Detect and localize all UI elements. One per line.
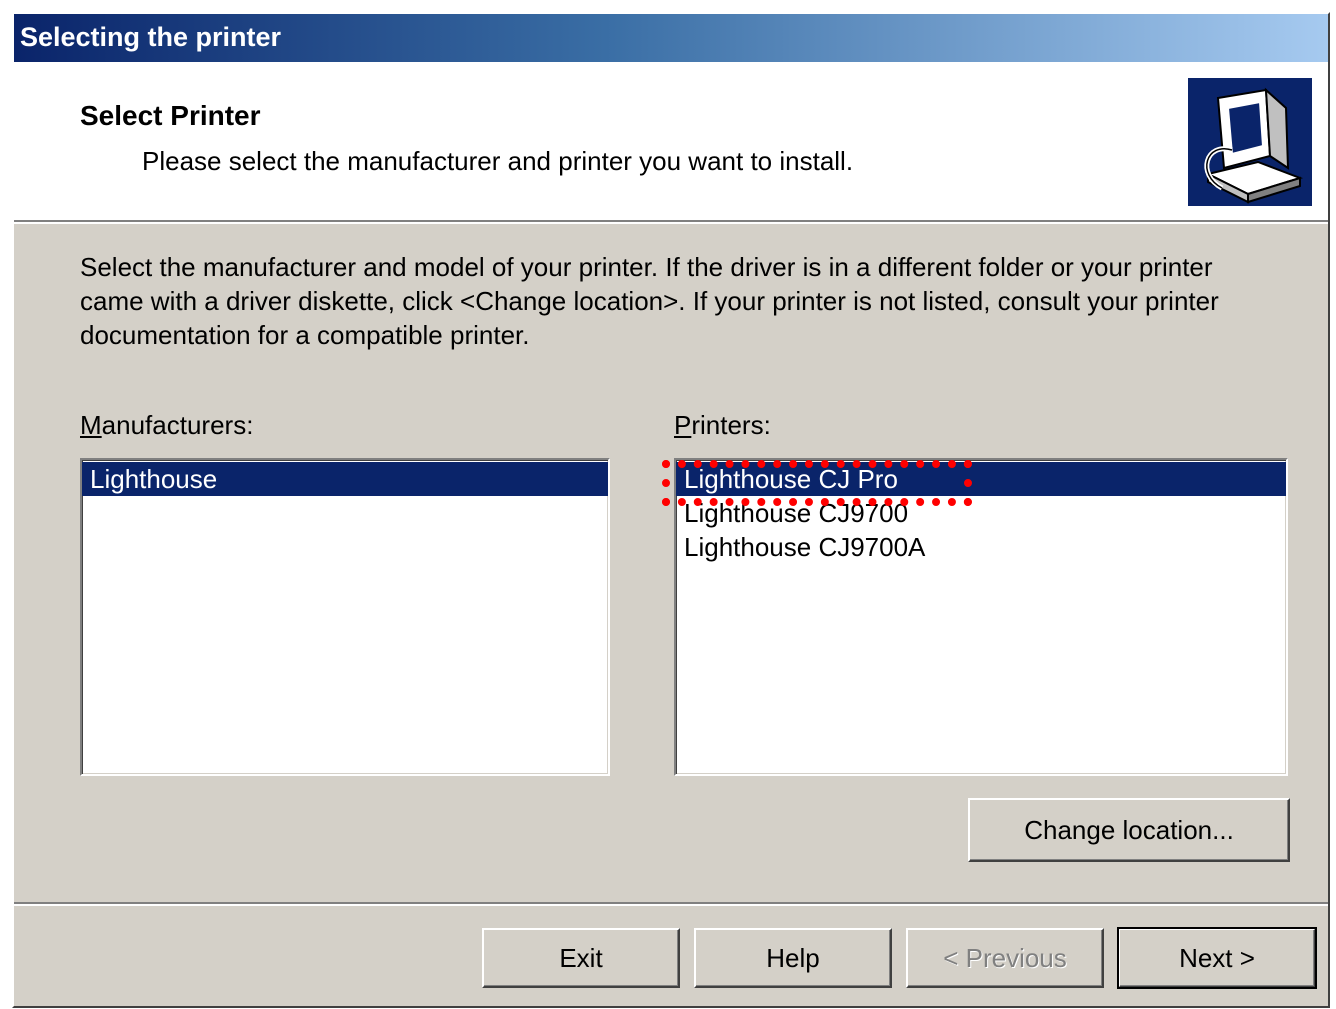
printer-list-item[interactable]: Lighthouse CJ9700 <box>676 496 1286 530</box>
next-button[interactable]: Next > <box>1117 927 1317 989</box>
printers-listbox[interactable]: Lighthouse CJ Pro Lighthouse CJ9700 Lighth… <box>662 458 1288 776</box>
manufacturers-label: Manufacturers: <box>80 410 254 440</box>
printer-wizard-dialog: Selecting the printer Select Printer Ple… <box>12 12 1330 1008</box>
instructions-text: Select the manufacturer and model of you… <box>80 252 1219 350</box>
page-subtitle: Please select the manufacturer and print… <box>142 146 854 176</box>
change-location-button[interactable]: Change location... <box>968 798 1290 862</box>
exit-button[interactable]: Exit <box>482 928 680 988</box>
previous-button[interactable]: < Previous <box>906 928 1104 988</box>
manufacturers-listbox[interactable]: Lighthouse <box>80 458 610 776</box>
printer-list-item[interactable]: Lighthouse CJ9700A <box>676 530 1286 564</box>
page-title: Select Printer <box>80 100 261 131</box>
printer-list-item[interactable]: Lighthouse CJ Pro <box>676 462 1286 496</box>
printers-label: Printers: <box>674 410 771 440</box>
printer-setup-icon <box>1188 78 1312 206</box>
wizard-header: Select Printer Please select the manufac… <box>14 62 1328 222</box>
manufacturer-list-item[interactable]: Lighthouse <box>82 462 608 496</box>
window-title: Selecting the printer <box>14 14 1328 62</box>
help-button[interactable]: Help <box>694 928 892 988</box>
